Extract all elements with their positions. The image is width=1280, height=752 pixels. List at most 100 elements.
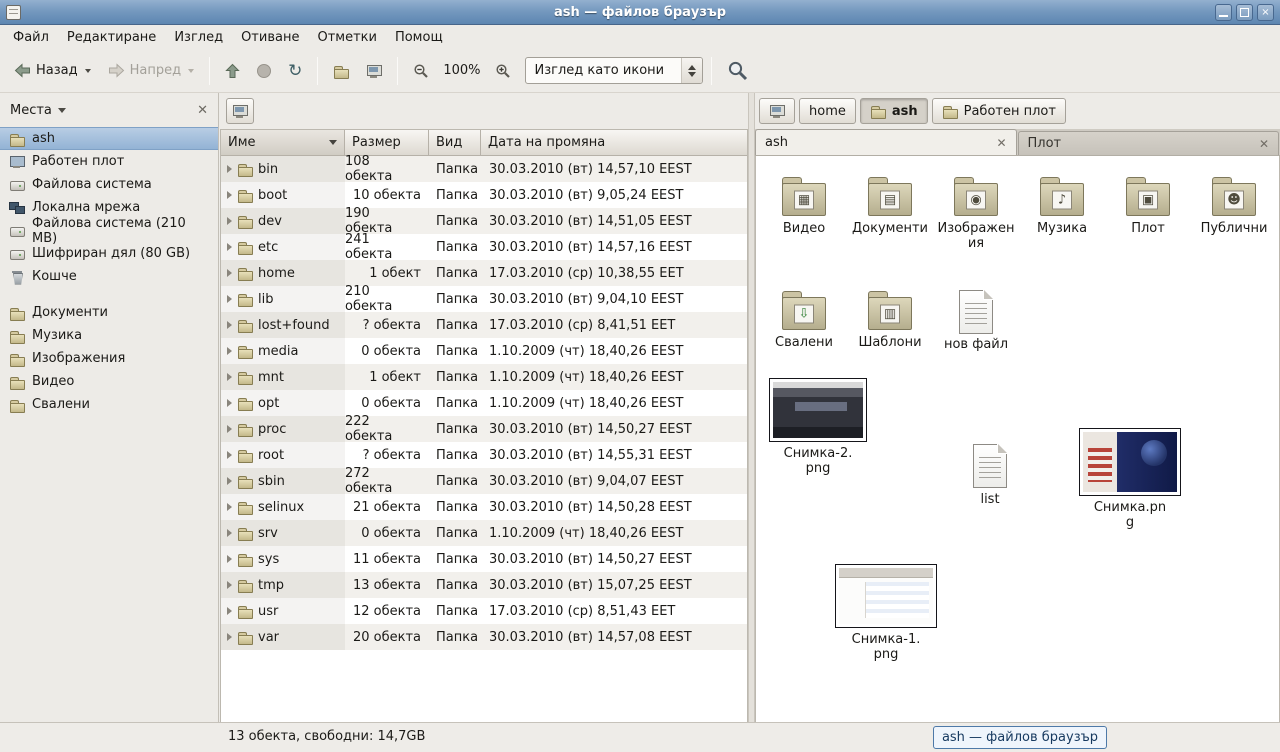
table-row[interactable]: sbin 272 обекта Папка 30.03.2010 (вт) 9,… xyxy=(221,468,747,494)
expander-icon[interactable] xyxy=(227,607,232,615)
expander-icon[interactable] xyxy=(227,425,232,433)
minimize-button[interactable] xyxy=(1215,4,1232,21)
column-header-label: Дата на промяна xyxy=(488,135,605,150)
search-button[interactable] xyxy=(720,53,755,88)
column-header[interactable]: Размер xyxy=(345,130,429,156)
breadcrumb-button[interactable]: Работен плот xyxy=(932,98,1066,124)
sidebar-item-label: ash xyxy=(32,131,55,146)
expander-icon[interactable] xyxy=(227,633,232,641)
sidebar-item[interactable]: Файлова система xyxy=(0,173,218,196)
column-header[interactable]: Име xyxy=(221,130,345,156)
view-mode-combo[interactable]: Изглед като икони xyxy=(525,57,703,84)
pane-splitter[interactable] xyxy=(748,93,755,722)
back-button[interactable]: Назад xyxy=(7,56,98,85)
expander-icon[interactable] xyxy=(227,503,232,511)
sidebar-title[interactable]: Места xyxy=(10,103,52,118)
computer-button[interactable] xyxy=(359,56,389,86)
expander-icon[interactable] xyxy=(227,399,232,407)
sidebar-item[interactable]: Кошче xyxy=(0,265,218,288)
close-button[interactable]: × xyxy=(1257,4,1274,21)
table-row[interactable]: tmp 13 обекта Папка 30.03.2010 (вт) 15,0… xyxy=(221,572,747,598)
sidebar-item[interactable]: Изображения xyxy=(0,347,218,370)
menu-item[interactable]: Файл xyxy=(4,27,58,48)
sidebar-item[interactable]: Файлова система (210 MB) xyxy=(0,219,218,242)
expander-icon[interactable] xyxy=(227,165,232,173)
expander-icon[interactable] xyxy=(227,555,232,563)
table-row[interactable]: var 20 обекта Папка 30.03.2010 (вт) 14,5… xyxy=(221,624,747,650)
tab[interactable]: Плот ✕ xyxy=(1018,131,1280,155)
expander-icon[interactable] xyxy=(227,191,232,199)
table-row[interactable]: srv 0 обекта Папка 1.10.2009 (чт) 18,40,… xyxy=(221,520,747,546)
table-row[interactable]: media 0 обекта Папка 1.10.2009 (чт) 18,4… xyxy=(221,338,747,364)
breadcrumb-root-button[interactable] xyxy=(759,98,795,124)
combo-arrows-icon[interactable] xyxy=(681,58,702,83)
table-row[interactable]: usr 12 обекта Папка 17.03.2010 (ср) 8,51… xyxy=(221,598,747,624)
root-location-button[interactable] xyxy=(226,98,254,124)
file-name: selinux xyxy=(258,500,304,515)
table-row[interactable]: sys 11 обекта Папка 30.03.2010 (вт) 14,5… xyxy=(221,546,747,572)
file-item[interactable]: Снимка-2.png xyxy=(768,378,868,477)
sidebar-item[interactable]: Шифриран дял (80 GB) xyxy=(0,242,218,265)
breadcrumb-label: ash xyxy=(892,104,918,119)
tab[interactable]: ash ✕ xyxy=(755,129,1017,155)
table-row[interactable]: mnt 1 обект Папка 1.10.2009 (чт) 18,40,2… xyxy=(221,364,747,390)
sidebar-item[interactable]: Свалени xyxy=(0,393,218,416)
menu-item[interactable]: Редактиране xyxy=(58,27,165,48)
file-item[interactable]: list xyxy=(954,444,1026,508)
menu-item[interactable]: Помощ xyxy=(386,27,452,48)
column-header[interactable]: Дата на промяна xyxy=(481,130,747,156)
table-row[interactable]: root ? обекта Папка 30.03.2010 (вт) 14,5… xyxy=(221,442,747,468)
expander-icon[interactable] xyxy=(227,321,232,329)
table-row[interactable]: selinux 21 обекта Папка 30.03.2010 (вт) … xyxy=(221,494,747,520)
chevron-down-icon[interactable] xyxy=(58,108,66,113)
menu-item[interactable]: Отметки xyxy=(308,27,385,48)
column-header[interactable]: Вид xyxy=(429,130,481,156)
expander-icon[interactable] xyxy=(227,529,232,537)
expander-icon[interactable] xyxy=(227,295,232,303)
home-button[interactable] xyxy=(326,56,356,86)
menu-item[interactable]: Отиване xyxy=(232,27,308,48)
expander-icon[interactable] xyxy=(227,373,232,381)
breadcrumb-button[interactable]: home xyxy=(799,98,856,124)
up-button[interactable] xyxy=(218,56,247,86)
table-row[interactable]: opt 0 обекта Папка 1.10.2009 (чт) 18,40,… xyxy=(221,390,747,416)
sidebar-item[interactable]: Документи xyxy=(0,301,218,324)
table-row[interactable]: proc 222 обекта Папка 30.03.2010 (вт) 14… xyxy=(221,416,747,442)
stop-button[interactable] xyxy=(250,57,278,85)
sidebar-item[interactable]: Работен плот xyxy=(0,150,218,173)
reload-button[interactable]: ↻ xyxy=(281,56,309,86)
file-item[interactable]: Снимка-1.png xyxy=(830,564,942,663)
table-row[interactable]: dev 190 обекта Папка 30.03.2010 (вт) 14,… xyxy=(221,208,747,234)
zoom-in-button[interactable] xyxy=(488,56,518,86)
expander-icon[interactable] xyxy=(227,243,232,251)
tab-close-button[interactable]: ✕ xyxy=(1259,138,1269,150)
expander-icon[interactable] xyxy=(227,217,232,225)
sidebar-item[interactable]: Музика xyxy=(0,324,218,347)
file-item[interactable]: Снимка.png xyxy=(1074,428,1186,531)
forward-history-dropdown-icon[interactable] xyxy=(188,69,194,73)
menu-item[interactable]: Изглед xyxy=(165,27,232,48)
table-row[interactable]: lost+found ? обекта Папка 17.03.2010 (ср… xyxy=(221,312,747,338)
back-history-dropdown-icon[interactable] xyxy=(85,69,91,73)
expander-icon[interactable] xyxy=(227,347,232,355)
breadcrumb-button[interactable]: ash xyxy=(860,98,928,124)
table-row[interactable]: boot 10 обекта Папка 30.03.2010 (вт) 9,0… xyxy=(221,182,747,208)
file-list: bin 108 обекта Папка 30.03.2010 (вт) 14,… xyxy=(221,156,747,722)
table-row[interactable]: bin 108 обекта Папка 30.03.2010 (вт) 14,… xyxy=(221,156,747,182)
expander-icon[interactable] xyxy=(227,477,232,485)
sidebar-item-label: Локална мрежа xyxy=(32,200,140,215)
zoom-out-button[interactable] xyxy=(406,56,436,86)
expander-icon[interactable] xyxy=(227,451,232,459)
sidebar-item[interactable]: Видео xyxy=(0,370,218,393)
sidebar-item[interactable]: ash xyxy=(0,127,218,150)
window-list-button[interactable]: ash — файлов браузър xyxy=(933,726,1107,749)
expander-icon[interactable] xyxy=(227,269,232,277)
expander-icon[interactable] xyxy=(227,581,232,589)
table-row[interactable]: home 1 обект Папка 17.03.2010 (ср) 10,38… xyxy=(221,260,747,286)
table-row[interactable]: etc 241 обекта Папка 30.03.2010 (вт) 14,… xyxy=(221,234,747,260)
sidebar-close-button[interactable]: ✕ xyxy=(197,104,208,117)
maximize-button[interactable] xyxy=(1236,4,1253,21)
forward-button[interactable]: Напред xyxy=(101,56,201,85)
table-row[interactable]: lib 210 обекта Папка 30.03.2010 (вт) 9,0… xyxy=(221,286,747,312)
tab-close-button[interactable]: ✕ xyxy=(996,137,1006,149)
